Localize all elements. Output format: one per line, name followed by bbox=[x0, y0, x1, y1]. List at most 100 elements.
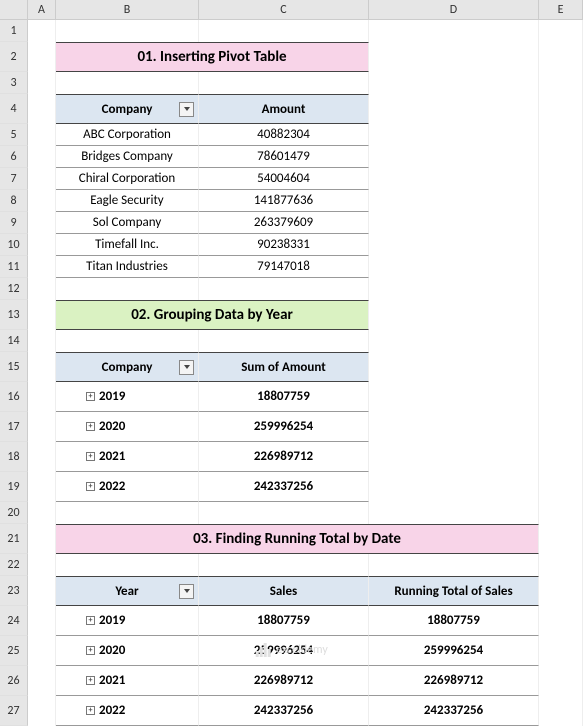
row-header[interactable]: 21 bbox=[0, 524, 28, 554]
row-header[interactable]: 5 bbox=[0, 124, 28, 146]
col-header-A[interactable]: A bbox=[28, 0, 56, 19]
sales-cell[interactable]: 226989712 bbox=[199, 666, 369, 696]
pivot-header-company-2[interactable]: Company bbox=[56, 352, 199, 382]
expand-icon[interactable]: + bbox=[86, 392, 95, 401]
row-header[interactable]: 4 bbox=[0, 94, 28, 124]
year-cell[interactable]: +2020 bbox=[56, 636, 199, 666]
col-header-D[interactable]: D bbox=[369, 0, 539, 19]
sum-cell[interactable]: 226989712 bbox=[199, 442, 369, 472]
amount-cell[interactable]: 263379609 bbox=[199, 212, 369, 234]
company-cell[interactable]: Sol Company bbox=[56, 212, 199, 234]
company-cell[interactable]: Titan Industries bbox=[56, 256, 199, 278]
pivot-header-amount: Amount bbox=[199, 94, 369, 124]
year-cell[interactable]: +2022 bbox=[56, 696, 199, 726]
row-header[interactable]: 10 bbox=[0, 234, 28, 256]
running-cell[interactable]: 259996254 bbox=[369, 636, 539, 666]
expand-icon[interactable]: + bbox=[86, 452, 95, 461]
filter-dropdown-icon[interactable] bbox=[179, 102, 194, 117]
row-header[interactable]: 13 bbox=[0, 300, 28, 330]
year-label: 2022 bbox=[99, 479, 125, 494]
pivot-header-year[interactable]: Year bbox=[56, 576, 199, 606]
sales-cell[interactable]: 259996254 bbox=[199, 636, 369, 666]
row-header[interactable]: 6 bbox=[0, 146, 28, 168]
row-header[interactable]: 27 bbox=[0, 696, 28, 726]
col-header-B[interactable]: B bbox=[56, 0, 199, 19]
header-label: Year bbox=[115, 584, 138, 599]
pivot-header-sum: Sum of Amount bbox=[199, 352, 369, 382]
expand-icon[interactable]: + bbox=[86, 646, 95, 655]
pivot-header-running: Running Total of Sales bbox=[369, 576, 539, 606]
row-header[interactable]: 8 bbox=[0, 190, 28, 212]
sum-cell[interactable]: 259996254 bbox=[199, 412, 369, 442]
year-label: 2021 bbox=[99, 449, 125, 464]
row-header[interactable]: 18 bbox=[0, 442, 28, 472]
amount-cell[interactable]: 54004604 bbox=[199, 168, 369, 190]
year-label: 2019 bbox=[99, 613, 125, 628]
header-label: Company bbox=[102, 360, 153, 375]
expand-icon[interactable]: + bbox=[86, 706, 95, 715]
company-cell[interactable]: Bridges Company bbox=[56, 146, 199, 168]
row-header[interactable]: 20 bbox=[0, 502, 28, 524]
row-header[interactable]: 17 bbox=[0, 412, 28, 442]
year-label: 2019 bbox=[99, 389, 125, 404]
pivot-header-sales: Sales bbox=[199, 576, 369, 606]
amount-cell[interactable]: 40882304 bbox=[199, 124, 369, 146]
running-cell[interactable]: 226989712 bbox=[369, 666, 539, 696]
column-header-row: A B C D E bbox=[0, 0, 583, 20]
row-header[interactable]: 22 bbox=[0, 554, 28, 576]
company-cell[interactable]: Chiral Corporation bbox=[56, 168, 199, 190]
running-cell[interactable]: 242337256 bbox=[369, 696, 539, 726]
row-header[interactable]: 3 bbox=[0, 72, 28, 94]
expand-icon[interactable]: + bbox=[86, 616, 95, 625]
row-header[interactable]: 26 bbox=[0, 666, 28, 696]
year-cell[interactable]: +2019 bbox=[56, 606, 199, 636]
amount-cell[interactable]: 79147018 bbox=[199, 256, 369, 278]
company-cell[interactable]: Timefall Inc. bbox=[56, 234, 199, 256]
company-cell[interactable]: Eagle Security bbox=[56, 190, 199, 212]
row-header[interactable]: 24 bbox=[0, 606, 28, 636]
year-cell[interactable]: +2020 bbox=[56, 412, 199, 442]
sales-cell[interactable]: 18807759 bbox=[199, 606, 369, 636]
expand-icon[interactable]: + bbox=[86, 676, 95, 685]
row-header[interactable]: 7 bbox=[0, 168, 28, 190]
row-header[interactable]: 25 bbox=[0, 636, 28, 666]
pivot-header-company[interactable]: Company bbox=[56, 94, 199, 124]
row-header[interactable]: 12 bbox=[0, 278, 28, 300]
spreadsheet-grid: A B C D E 1 2 01. Inserting Pivot Table … bbox=[0, 0, 583, 726]
expand-icon[interactable]: + bbox=[86, 482, 95, 491]
expand-icon[interactable]: + bbox=[86, 422, 95, 431]
row-header[interactable]: 16 bbox=[0, 382, 28, 412]
section-title-1: 01. Inserting Pivot Table bbox=[56, 42, 369, 72]
row-header[interactable]: 9 bbox=[0, 212, 28, 234]
year-cell[interactable]: +2019 bbox=[56, 382, 199, 412]
select-all-corner[interactable] bbox=[0, 0, 28, 19]
year-cell[interactable]: +2021 bbox=[56, 666, 199, 696]
amount-cell[interactable]: 78601479 bbox=[199, 146, 369, 168]
sum-cell[interactable]: 18807759 bbox=[199, 382, 369, 412]
filter-dropdown-icon[interactable] bbox=[179, 360, 194, 375]
row-header[interactable]: 23 bbox=[0, 576, 28, 606]
section-title-2: 02. Grouping Data by Year bbox=[56, 300, 369, 330]
running-cell[interactable]: 18807759 bbox=[369, 606, 539, 636]
row-header[interactable]: 15 bbox=[0, 352, 28, 382]
header-label: Company bbox=[102, 102, 153, 117]
year-label: 2020 bbox=[99, 419, 125, 434]
row-header[interactable]: 11 bbox=[0, 256, 28, 278]
row-header[interactable]: 1 bbox=[0, 20, 28, 42]
company-cell[interactable]: ABC Corporation bbox=[56, 124, 199, 146]
col-header-E[interactable]: E bbox=[539, 0, 583, 19]
row-header[interactable]: 19 bbox=[0, 472, 28, 502]
col-header-C[interactable]: C bbox=[199, 0, 369, 19]
year-label: 2020 bbox=[99, 643, 125, 658]
row-header[interactable]: 2 bbox=[0, 42, 28, 72]
row-header[interactable]: 14 bbox=[0, 330, 28, 352]
year-label: 2021 bbox=[99, 673, 125, 688]
filter-dropdown-icon[interactable] bbox=[179, 584, 194, 599]
amount-cell[interactable]: 141877636 bbox=[199, 190, 369, 212]
year-cell[interactable]: +2021 bbox=[56, 442, 199, 472]
amount-cell[interactable]: 90238331 bbox=[199, 234, 369, 256]
sales-cell[interactable]: 242337256 bbox=[199, 696, 369, 726]
year-cell[interactable]: +2022 bbox=[56, 472, 199, 502]
sum-cell[interactable]: 242337256 bbox=[199, 472, 369, 502]
year-label: 2022 bbox=[99, 703, 125, 718]
